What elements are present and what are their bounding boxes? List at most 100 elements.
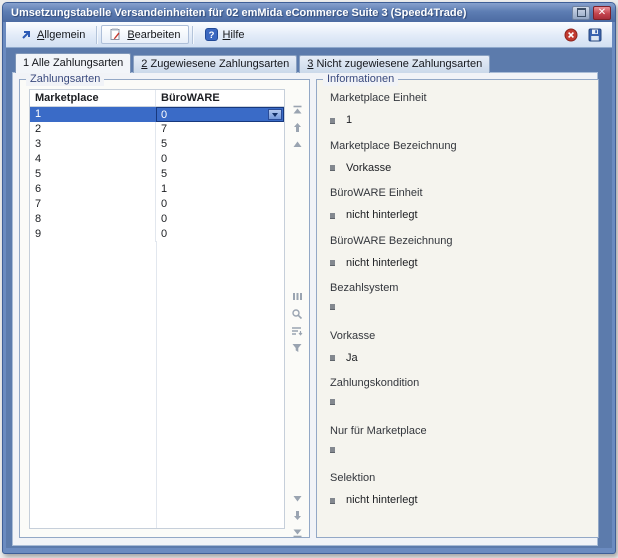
- info-value-row: nicht hinterlegt: [330, 257, 590, 270]
- cell-buroware-combobox[interactable]: 0: [156, 107, 284, 122]
- restore-icon: [577, 8, 586, 17]
- move-up-icon[interactable]: [291, 121, 304, 134]
- column-separator: [156, 241, 157, 528]
- info-item-buroware-einheit: BüroWARE Einheit nicht hinterlegt: [330, 187, 590, 235]
- filter-icon[interactable]: [291, 341, 304, 354]
- groupbox-informationen-legend: Informationen: [323, 73, 398, 86]
- cell-marketplace[interactable]: 7: [30, 197, 156, 212]
- hilfe-button[interactable]: ? Hilfe: [197, 25, 253, 44]
- hilfe-label: Hilfe: [223, 29, 245, 41]
- toolbar-separator: [192, 26, 194, 44]
- cell-marketplace[interactable]: 2: [30, 122, 156, 137]
- cell-buroware[interactable]: 1: [156, 182, 284, 197]
- bullet-icon: [330, 399, 335, 405]
- allgemein-button[interactable]: Allgemein: [12, 26, 93, 44]
- info-list: Marketplace Einheit 1 Marketplace Bezeic…: [330, 92, 590, 520]
- info-label: BüroWARE Einheit: [330, 187, 590, 200]
- table-row[interactable]: 70: [30, 197, 284, 212]
- info-label: Bezahlsystem: [330, 282, 590, 295]
- zahlungsarten-table[interactable]: Marketplace BüroWARE 1 0 27 35 40 55: [29, 89, 285, 529]
- move-down-icon[interactable]: [291, 509, 304, 522]
- cell-buroware[interactable]: 5: [156, 137, 284, 152]
- column-header-marketplace[interactable]: Marketplace: [30, 90, 156, 106]
- column-header-buroware[interactable]: BüroWARE: [156, 90, 284, 106]
- table-row-selected[interactable]: 1 0: [30, 107, 284, 122]
- page-down-icon[interactable]: [291, 492, 304, 505]
- table-row[interactable]: 40: [30, 152, 284, 167]
- cell-buroware[interactable]: 0: [156, 227, 284, 242]
- help-icon: ?: [205, 28, 218, 41]
- tab-page: Zahlungsarten Marketplace BüroWARE 1 0: [12, 72, 598, 546]
- info-item-vorkasse: Vorkasse Ja: [330, 330, 590, 378]
- table-row[interactable]: 35: [30, 137, 284, 152]
- cell-buroware[interactable]: 0: [156, 197, 284, 212]
- groupbox-zahlungsarten: Zahlungsarten Marketplace BüroWARE 1 0: [19, 79, 310, 538]
- restore-button[interactable]: [572, 6, 590, 20]
- info-label: Selektion: [330, 472, 590, 485]
- tabstrip: 1 Alle Zahlungsarten 2 Zugewiesene Zahlu…: [15, 56, 492, 73]
- grid-side-toolbar: [289, 89, 305, 529]
- cell-buroware[interactable]: 0: [156, 212, 284, 227]
- info-label: Vorkasse: [330, 330, 590, 343]
- close-icon: ✕: [598, 8, 606, 18]
- table-row[interactable]: 27: [30, 122, 284, 137]
- titlebar[interactable]: Umsetzungstabelle Versandeinheiten für 0…: [3, 3, 615, 22]
- chevron-down-icon: [272, 113, 278, 117]
- info-value-row: Vorkasse: [330, 162, 590, 175]
- close-button[interactable]: ✕: [593, 6, 611, 20]
- column-chooser-icon[interactable]: [291, 290, 304, 303]
- table-row[interactable]: 55: [30, 167, 284, 182]
- window-title: Umsetzungstabelle Versandeinheiten für 0…: [11, 7, 569, 19]
- info-item-zahlungskondition: Zahlungskondition: [330, 377, 590, 425]
- bearbeiten-button[interactable]: Bearbeiten: [101, 25, 188, 44]
- info-value: Vorkasse: [346, 162, 391, 175]
- bearbeiten-label: Bearbeiten: [127, 29, 180, 41]
- bullet-icon: [330, 447, 335, 453]
- info-value: Ja: [346, 352, 358, 365]
- info-value-row: [330, 399, 590, 405]
- cell-marketplace[interactable]: 1: [30, 107, 156, 122]
- info-item-nur-fuer-marketplace: Nur für Marketplace: [330, 425, 590, 473]
- page-up-icon[interactable]: [291, 138, 304, 151]
- bullet-icon: [330, 260, 335, 266]
- info-item-bezahlsystem: Bezahlsystem: [330, 282, 590, 330]
- bullet-icon: [330, 304, 335, 310]
- info-item-buroware-bezeichnung: BüroWARE Bezeichnung nicht hinterlegt: [330, 235, 590, 283]
- bullet-icon: [330, 213, 335, 219]
- cell-marketplace[interactable]: 9: [30, 227, 156, 242]
- groupbox-informationen: Informationen Marketplace Einheit 1 Mark…: [316, 79, 599, 538]
- workspace: 1 Alle Zahlungsarten 2 Zugewiesene Zahlu…: [6, 48, 612, 548]
- sort-icon[interactable]: [291, 324, 304, 337]
- info-value-row: Ja: [330, 352, 590, 365]
- tab-alle-zahlungsarten[interactable]: 1 Alle Zahlungsarten: [15, 53, 131, 73]
- table-row[interactable]: 80: [30, 212, 284, 227]
- table-header-row[interactable]: Marketplace BüroWARE: [30, 90, 284, 107]
- combobox-dropdown-button[interactable]: [268, 109, 282, 120]
- strip-middle-cluster: [289, 290, 305, 354]
- info-value: nicht hinterlegt: [346, 209, 418, 222]
- cell-marketplace[interactable]: 5: [30, 167, 156, 182]
- cell-marketplace[interactable]: 8: [30, 212, 156, 227]
- table-row[interactable]: 61: [30, 182, 284, 197]
- table-row[interactable]: 90: [30, 227, 284, 242]
- cell-marketplace[interactable]: 4: [30, 152, 156, 167]
- save-icon[interactable]: [588, 28, 602, 42]
- cell-buroware[interactable]: 0: [156, 152, 284, 167]
- move-to-top-icon[interactable]: [291, 104, 304, 117]
- toolbar-separator: [96, 26, 98, 44]
- info-value: nicht hinterlegt: [346, 494, 418, 507]
- tab-zugewiesene-zahlungsarten[interactable]: 2 Zugewiesene Zahlungsarten: [133, 55, 297, 73]
- cancel-icon[interactable]: [564, 28, 578, 42]
- cell-buroware[interactable]: 5: [156, 167, 284, 182]
- info-item-selektion: Selektion nicht hinterlegt: [330, 472, 590, 520]
- cell-buroware[interactable]: 7: [156, 122, 284, 137]
- search-icon[interactable]: [291, 307, 304, 320]
- cell-marketplace[interactable]: 3: [30, 137, 156, 152]
- strip-bottom-cluster: [289, 492, 305, 539]
- move-to-bottom-icon[interactable]: [291, 526, 304, 539]
- info-label: Marketplace Bezeichnung: [330, 140, 590, 153]
- tab-nicht-zugewiesene-zahlungsarten[interactable]: 3 Nicht zugewiesene Zahlungsarten: [299, 55, 490, 73]
- cell-marketplace[interactable]: 6: [30, 182, 156, 197]
- info-value: 1: [346, 114, 352, 127]
- toolbar-right-group: [564, 28, 604, 42]
